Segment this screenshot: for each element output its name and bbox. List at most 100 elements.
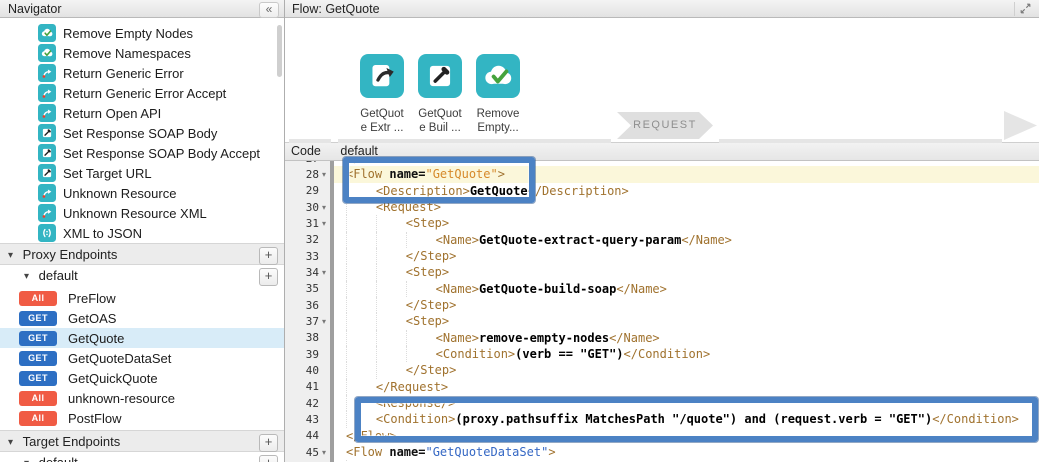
line-number: 45 xyxy=(306,446,319,459)
add-target-flow-button[interactable]: + xyxy=(259,455,278,462)
line-number: 42 xyxy=(306,397,319,410)
code-line-39[interactable]: <Condition>(verb == "GET")</Condition> xyxy=(334,346,1039,362)
expand-flow-panel-icon[interactable] xyxy=(1014,2,1035,16)
indent-guide xyxy=(346,346,376,362)
line-number: 33 xyxy=(306,250,319,263)
code-line-34[interactable]: <Step> xyxy=(334,264,1039,280)
navigator-title: Navigator xyxy=(8,2,62,16)
target-endpoints-section[interactable]: ▾ Target Endpoints + xyxy=(0,430,284,452)
indent-guide xyxy=(346,313,376,329)
gutter-row: 36 xyxy=(285,297,330,313)
assign-message-icon xyxy=(38,164,56,182)
code-line-38[interactable]: <Name>remove-empty-nodes</Name> xyxy=(334,330,1039,346)
policy-item[interactable]: Unknown Resource xyxy=(0,183,284,203)
endpoint-label: GetOAS xyxy=(68,311,116,326)
proxy-endpoints-section[interactable]: ▾ Proxy Endpoints + xyxy=(0,243,284,265)
caret-down-icon: ▾ xyxy=(24,266,29,288)
policy-item[interactable]: Return Generic Error xyxy=(0,63,284,83)
flow-step-cloud-check[interactable] xyxy=(476,54,520,98)
sidebar-scrollbar[interactable] xyxy=(277,25,282,77)
endpoint-item-unknown-resource[interactable]: Allunknown-resource xyxy=(0,388,284,408)
code-line-35[interactable]: <Name>GetQuote-build-soap</Name> xyxy=(334,281,1039,297)
policy-item[interactable]: Return Open API xyxy=(0,103,284,123)
caret-down-icon: ▾ xyxy=(8,245,13,267)
code-line-36[interactable]: </Step> xyxy=(334,297,1039,313)
indent-guide xyxy=(406,330,436,346)
indent-guide xyxy=(376,264,406,280)
indent-guide xyxy=(376,346,406,362)
fold-caret-icon[interactable]: ▾ xyxy=(319,448,329,457)
endpoint-item-getquickquote[interactable]: GETGetQuickQuote xyxy=(0,368,284,388)
policy-item[interactable]: XML to JSON xyxy=(0,223,284,243)
code-line-text: </Step> xyxy=(406,248,457,264)
policy-item[interactable]: Set Response SOAP Body Accept xyxy=(0,143,284,163)
policy-item[interactable]: Set Target URL xyxy=(0,163,284,183)
add-flow-button[interactable]: + xyxy=(259,268,278,286)
method-badge: All xyxy=(19,391,57,406)
add-target-endpoint-button[interactable]: + xyxy=(259,434,278,452)
endpoint-item-postflow[interactable]: AllPostFlow xyxy=(0,408,284,428)
endpoint-item-getquotedataset[interactable]: GETGetQuoteDataSet xyxy=(0,348,284,368)
fold-caret-icon[interactable]: ▾ xyxy=(319,317,329,326)
endpoint-item-getoas[interactable]: GETGetOAS xyxy=(0,308,284,328)
code-line-37[interactable]: <Step> xyxy=(334,313,1039,329)
proxy-default-group[interactable]: ▾ default + xyxy=(0,265,284,287)
policy-item[interactable]: Return Generic Error Accept xyxy=(0,83,284,103)
gutter-row: 31▾ xyxy=(285,215,330,231)
code-line-40[interactable]: </Step> xyxy=(334,362,1039,378)
add-proxy-endpoint-button[interactable]: + xyxy=(259,247,278,265)
flow-step-extract-variables[interactable] xyxy=(360,54,404,98)
line-number: 38 xyxy=(306,331,319,344)
policy-list: Remove Empty NodesRemove NamespacesRetur… xyxy=(0,23,284,243)
code-line-45[interactable]: <Flow name="GetQuoteDataSet"> xyxy=(334,444,1039,460)
endpoint-label: PreFlow xyxy=(68,291,116,306)
gutter-row: 44 xyxy=(285,428,330,444)
annotation-box-condition xyxy=(355,397,1038,442)
flow-step-assign-message[interactable] xyxy=(418,54,462,98)
xml-json-icon xyxy=(38,224,56,242)
indent-guide xyxy=(406,281,436,297)
gutter-row: 42 xyxy=(285,395,330,411)
indent-guide xyxy=(406,232,436,248)
policy-item[interactable]: Unknown Resource XML xyxy=(0,203,284,223)
fold-caret-icon[interactable]: ▾ xyxy=(319,219,329,228)
line-number: 27 xyxy=(306,161,319,165)
policy-label: Unknown Resource XML xyxy=(63,206,207,221)
navigator-sidebar: Navigator « Remove Empty NodesRemove Nam… xyxy=(0,0,285,462)
fold-caret-icon[interactable]: ▾ xyxy=(319,268,329,277)
code-line-41[interactable]: </Request> xyxy=(334,379,1039,395)
target-default-group[interactable]: ▾ default + xyxy=(0,452,284,462)
line-number: 32 xyxy=(306,233,319,246)
gutter-row: 28▾ xyxy=(285,166,330,182)
endpoint-item-preflow[interactable]: AllPreFlow xyxy=(0,288,284,308)
flow-panel-header: Flow: GetQuote xyxy=(285,0,1039,18)
endpoint-label: GetQuickQuote xyxy=(68,371,158,386)
gutter-row: 34▾ xyxy=(285,264,330,280)
target-endpoints-label: Target Endpoints xyxy=(23,434,121,449)
collapse-sidebar-button[interactable]: « xyxy=(259,2,279,18)
code-line-31[interactable]: <Step> xyxy=(334,215,1039,231)
apigee-proxy-editor: Navigator « Remove Empty NodesRemove Nam… xyxy=(0,0,1039,462)
code-tab-default[interactable]: default xyxy=(340,144,378,158)
gutter-row: 33 xyxy=(285,248,330,264)
flow-panel-title: Flow: GetQuote xyxy=(292,2,380,16)
fold-caret-icon[interactable]: ▾ xyxy=(319,170,329,179)
raise-fault-icon xyxy=(38,84,56,102)
line-number: 39 xyxy=(306,348,319,361)
line-number: 36 xyxy=(306,299,319,312)
gutter-row: 37▾ xyxy=(285,313,330,329)
code-line-33[interactable]: </Step> xyxy=(334,248,1039,264)
policy-item[interactable]: Remove Namespaces xyxy=(0,43,284,63)
policy-label: Set Response SOAP Body Accept xyxy=(63,146,260,161)
line-number: 41 xyxy=(306,380,319,393)
policy-item[interactable]: Set Response SOAP Body xyxy=(0,123,284,143)
flow-step-label: GetQuot e Buil ... xyxy=(411,108,469,135)
proxy-group-label: default xyxy=(39,268,78,283)
line-number: 35 xyxy=(306,282,319,295)
endpoint-item-getquote[interactable]: GETGetQuote xyxy=(0,328,284,348)
fold-caret-icon[interactable]: ▾ xyxy=(319,203,329,212)
policy-item[interactable]: Remove Empty Nodes xyxy=(0,23,284,43)
code-line-32[interactable]: <Name>GetQuote-extract-query-param</Name… xyxy=(334,232,1039,248)
code-line-text: <Name>GetQuote-build-soap</Name> xyxy=(436,281,667,297)
navigator-header: Navigator « xyxy=(0,0,284,18)
